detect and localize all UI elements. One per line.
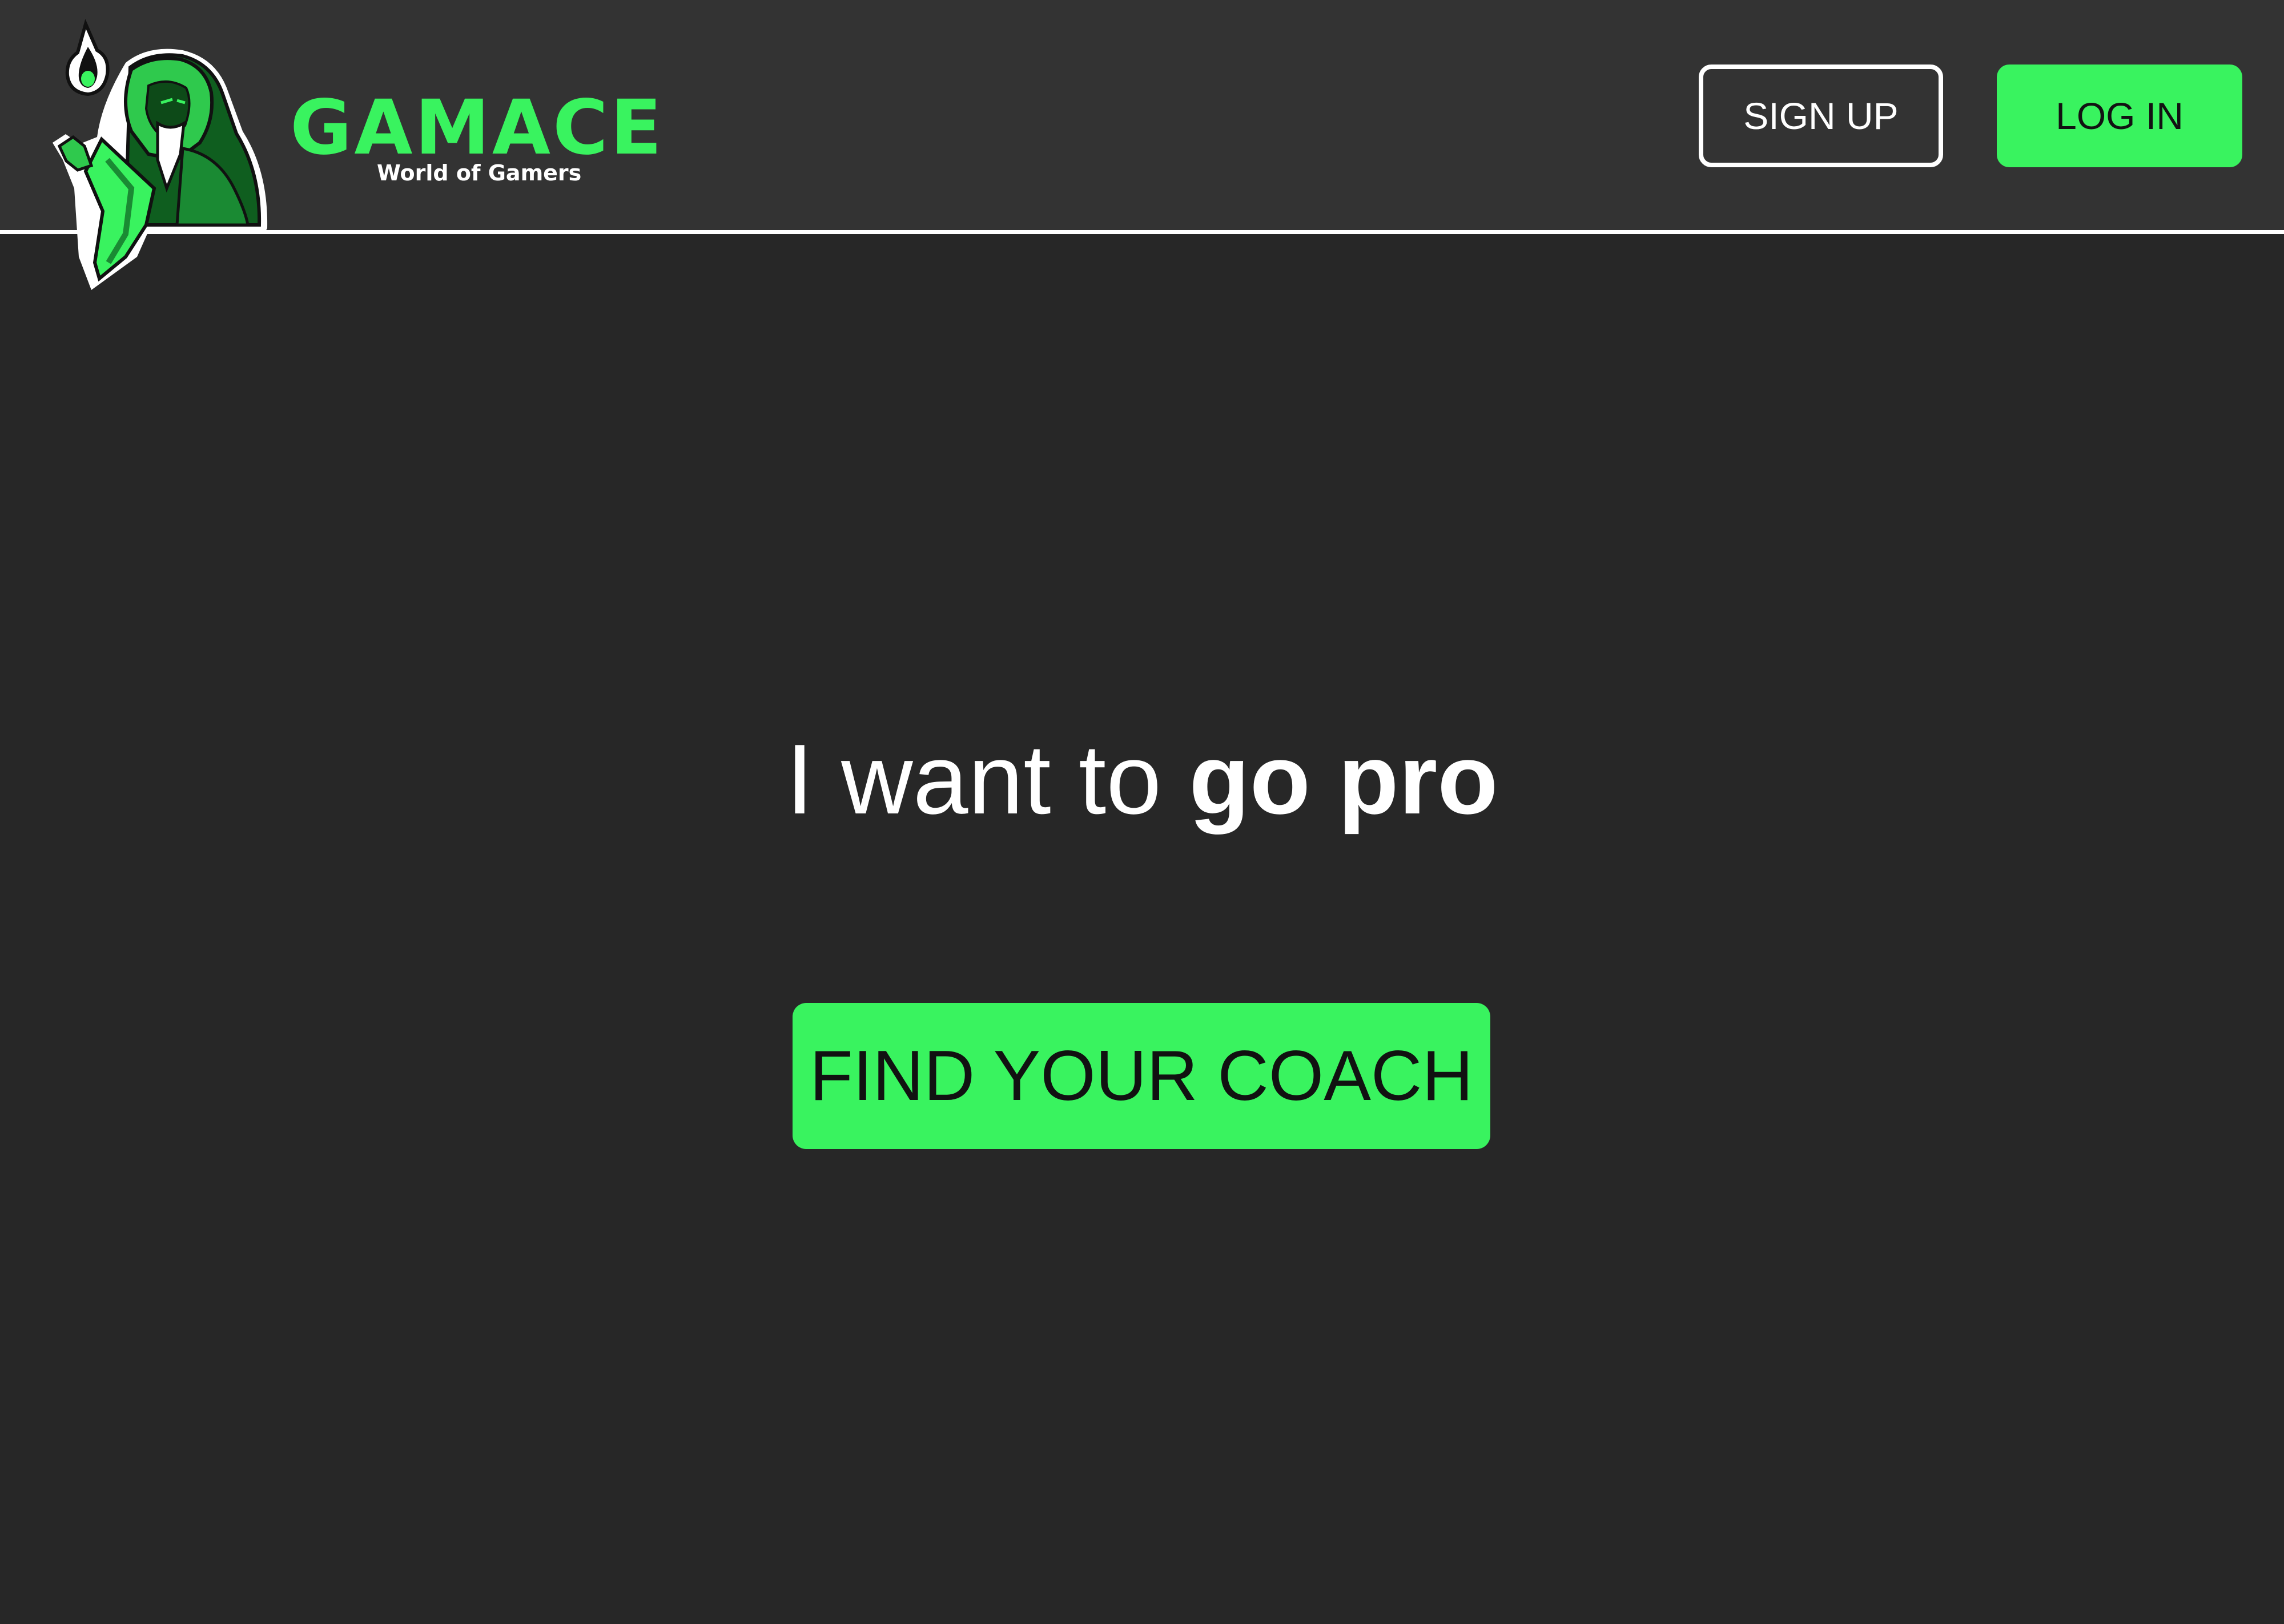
flame-icon <box>65 19 110 96</box>
brand-name[interactable]: GAMACE <box>290 90 678 166</box>
sign-up-button[interactable]: SIGN UP <box>1699 65 1943 167</box>
find-your-coach-button[interactable]: FIND YOUR COACH <box>793 1003 1490 1149</box>
hero-title-regular: I want to <box>786 723 1162 835</box>
brand-tagline: World of Gamers <box>377 160 582 186</box>
hero-title: I want to go pro <box>0 716 2284 842</box>
hero-title-bold: go pro <box>1189 723 1498 835</box>
log-in-button[interactable]: LOG IN <box>1997 65 2242 167</box>
hooded-wizard-mascot-icon[interactable] <box>40 17 280 297</box>
landing-page: GAMACE World of Gamers SIGN UP LOG IN I … <box>0 0 2284 1624</box>
header-divider <box>0 230 2284 234</box>
top-header: GAMACE World of Gamers SIGN UP LOG IN <box>0 0 2284 230</box>
